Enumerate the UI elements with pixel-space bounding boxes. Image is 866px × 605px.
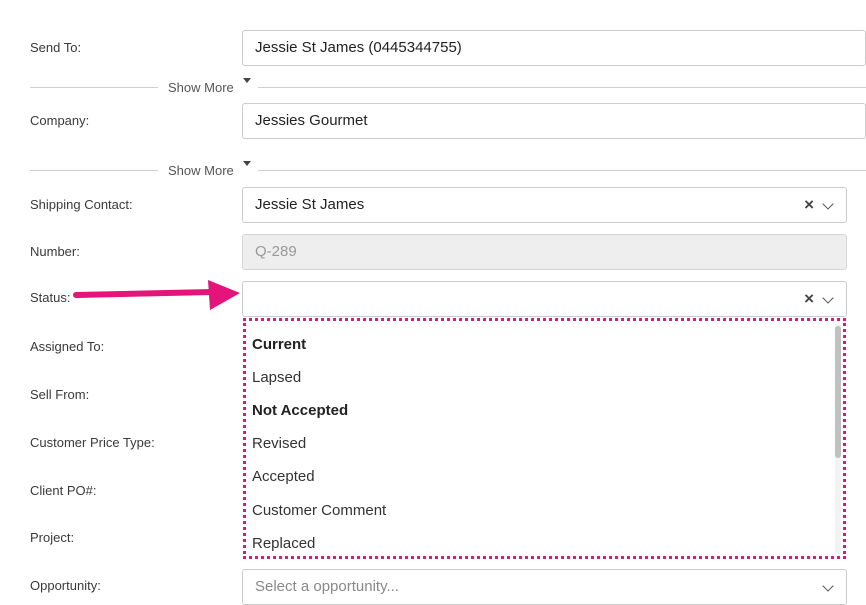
send-to-label: Send To: xyxy=(30,40,82,55)
status-select[interactable]: × xyxy=(242,281,847,317)
show-more-label: Show More xyxy=(168,163,234,178)
status-label: Status: xyxy=(30,290,71,305)
sell-from-label: Sell From: xyxy=(30,387,90,402)
close-icon[interactable]: × xyxy=(804,282,814,316)
number-field: Q-289 xyxy=(242,234,847,270)
status-dropdown-menu: Current Lapsed Not Accepted Revised Acce… xyxy=(243,318,846,559)
caret-down-icon xyxy=(243,78,251,83)
chevron-down-icon[interactable] xyxy=(822,580,834,592)
status-option-replaced[interactable]: Replaced xyxy=(252,535,315,552)
status-option-customer-comment[interactable]: Customer Comment xyxy=(252,502,386,519)
send-to-value: Jessie St James (0445344755) xyxy=(255,39,462,56)
shipping-contact-select[interactable]: Jessie St James × xyxy=(242,187,847,223)
assigned-to-label: Assigned To: xyxy=(30,339,105,354)
status-option-revised[interactable]: Revised xyxy=(252,435,306,452)
status-option-accepted[interactable]: Accepted xyxy=(252,468,315,485)
customer-price-type-label: Customer Price Type: xyxy=(30,435,155,450)
opportunity-select[interactable]: Select a opportunity... xyxy=(242,569,847,605)
show-more-label: Show More xyxy=(168,80,234,95)
status-option-current[interactable]: Current xyxy=(252,336,306,353)
arrow-right-icon xyxy=(73,280,240,310)
chevron-down-icon[interactable] xyxy=(822,198,834,210)
project-label: Project: xyxy=(30,530,75,545)
company-field[interactable]: Jessies Gourmet xyxy=(242,103,866,139)
company-label: Company: xyxy=(30,113,90,128)
send-to-field[interactable]: Jessie St James (0445344755) xyxy=(242,30,866,66)
shipping-contact-label: Shipping Contact: xyxy=(30,197,133,212)
shipping-contact-value: Jessie St James xyxy=(255,196,365,213)
show-more-toggle[interactable]: Show More xyxy=(30,161,866,181)
status-option-lapsed[interactable]: Lapsed xyxy=(252,369,301,386)
divider xyxy=(258,87,866,88)
number-label: Number: xyxy=(30,244,80,259)
show-more-toggle[interactable]: Show More xyxy=(30,78,866,98)
status-option-not-accepted[interactable]: Not Accepted xyxy=(252,402,348,419)
company-value: Jessies Gourmet xyxy=(255,112,368,129)
number-value: Q-289 xyxy=(255,243,297,260)
divider xyxy=(30,87,158,88)
divider xyxy=(258,170,866,171)
opportunity-placeholder: Select a opportunity... xyxy=(255,578,399,595)
caret-down-icon xyxy=(243,161,251,166)
divider xyxy=(30,170,158,171)
close-icon[interactable]: × xyxy=(804,188,814,222)
client-po-label: Client PO#: xyxy=(30,483,97,498)
dropdown-scrollbar-thumb[interactable] xyxy=(835,326,841,458)
opportunity-label: Opportunity: xyxy=(30,578,101,593)
chevron-down-icon[interactable] xyxy=(822,292,834,304)
